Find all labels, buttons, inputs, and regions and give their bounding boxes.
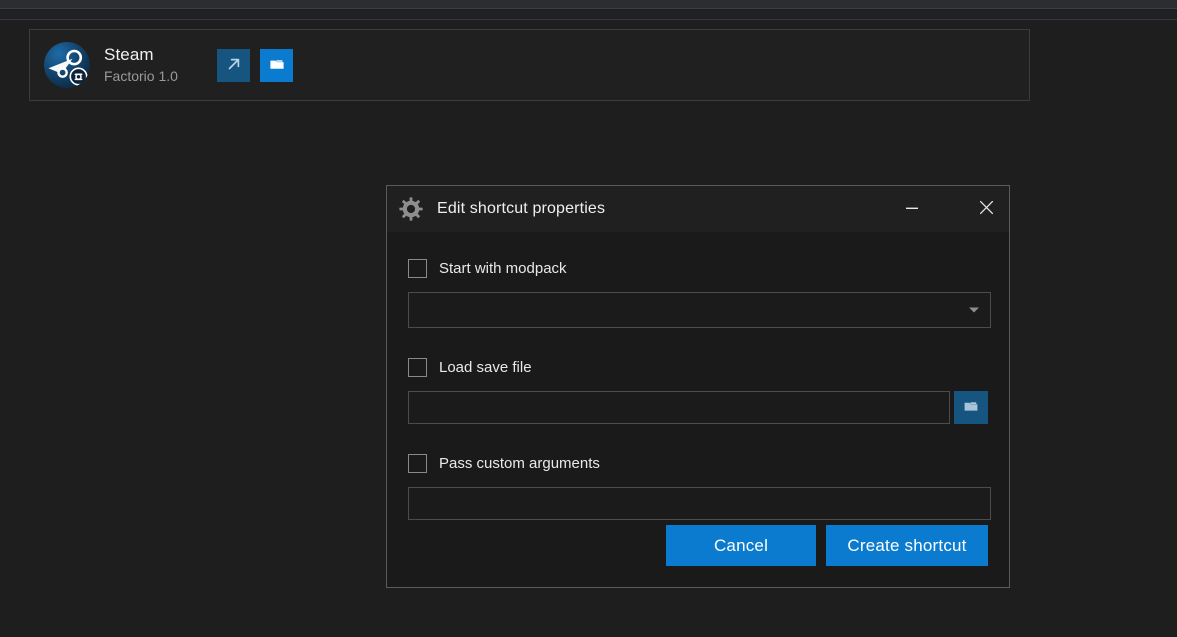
create-shortcut-button[interactable]: Create shortcut	[826, 525, 988, 566]
window-chrome-band-secondary	[0, 10, 1177, 20]
app-window: Steam Factorio 1.0 Edit shortcut propert…	[0, 0, 1177, 637]
cancel-button[interactable]: Cancel	[666, 525, 816, 566]
browse-save-file-button[interactable]	[954, 391, 988, 424]
launch-button[interactable]	[217, 48, 250, 82]
gear-icon	[397, 195, 425, 223]
start-with-modpack-label: Start with modpack	[439, 259, 567, 277]
dialog-footer: Cancel Create shortcut	[387, 525, 1009, 590]
open-folder-button[interactable]	[260, 48, 293, 82]
field-start-with-modpack: Start with modpack	[408, 257, 991, 328]
load-save-file-input-row	[408, 391, 988, 424]
pass-custom-arguments-row[interactable]: Pass custom arguments	[408, 452, 988, 474]
pass-custom-arguments-label: Pass custom arguments	[439, 454, 600, 472]
start-with-modpack-row[interactable]: Start with modpack	[408, 257, 988, 279]
edit-shortcut-dialog: Edit shortcut properties Start with modp…	[386, 185, 1010, 588]
app-entry-actions	[217, 48, 293, 82]
save-file-path-input[interactable]	[408, 391, 951, 424]
minimize-button[interactable]	[889, 186, 935, 232]
close-button[interactable]	[963, 186, 1009, 232]
dialog-body: Start with modpack Load save file Pass c…	[387, 232, 1009, 525]
close-icon	[979, 200, 994, 218]
field-load-save-file: Load save file	[408, 356, 988, 424]
load-save-file-checkbox[interactable]	[408, 357, 427, 377]
app-subtitle: Factorio 1.0	[104, 68, 178, 84]
window-chrome-band-top	[0, 0, 1177, 9]
app-entry-steam[interactable]: Steam Factorio 1.0	[29, 29, 1030, 101]
dialog-titlebar[interactable]: Edit shortcut properties	[387, 186, 1009, 232]
field-pass-custom-arguments: Pass custom arguments	[408, 452, 991, 520]
external-link-arrow-icon	[225, 55, 243, 76]
chevron-down-icon	[969, 307, 979, 313]
minimize-icon	[905, 201, 919, 218]
load-save-file-label: Load save file	[439, 358, 532, 376]
load-save-file-row[interactable]: Load save file	[408, 356, 988, 378]
folder-icon	[962, 397, 980, 418]
app-entry-text: Steam Factorio 1.0	[104, 44, 192, 86]
modpack-combobox[interactable]	[408, 292, 991, 328]
steam-logo-icon	[44, 42, 90, 88]
app-title: Steam	[104, 45, 154, 64]
pass-custom-arguments-checkbox[interactable]	[408, 453, 427, 473]
custom-arguments-input[interactable]	[408, 487, 991, 520]
dialog-title: Edit shortcut properties	[437, 200, 606, 217]
link-badge-icon	[69, 67, 88, 86]
start-with-modpack-checkbox[interactable]	[408, 258, 427, 278]
folder-icon	[268, 55, 286, 76]
